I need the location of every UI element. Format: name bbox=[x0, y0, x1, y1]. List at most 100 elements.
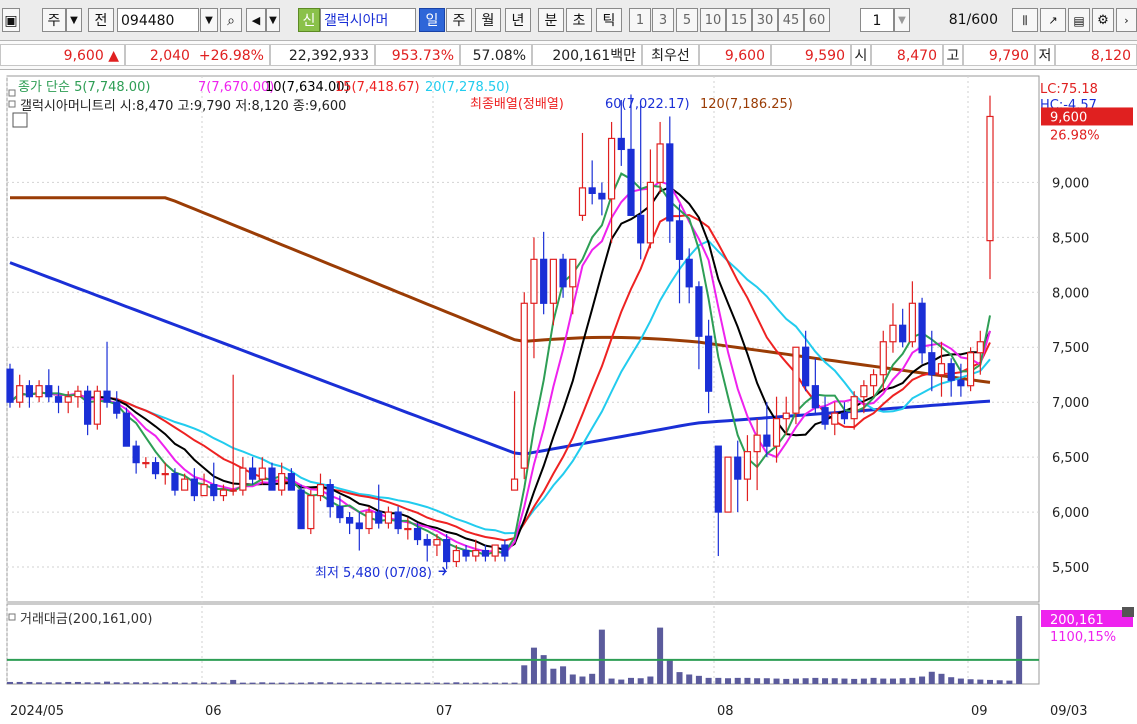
gear-icon[interactable]: ⚙ bbox=[1092, 8, 1114, 32]
last-price-pct: 26.98% bbox=[1050, 128, 1100, 143]
turnover-cell: 57.08% bbox=[460, 44, 532, 66]
count-field[interactable]: 1 bbox=[860, 8, 894, 32]
count-dropdown-icon[interactable]: ▼ bbox=[894, 8, 910, 32]
candle-body bbox=[559, 258, 567, 288]
volume-title: 거래대금(200,161,00) bbox=[20, 612, 152, 627]
interval-button-45[interactable]: 45 bbox=[778, 8, 804, 32]
quote-bar: 9,600 ▲ 2,040 +26.98% 22,392,933 953.73%… bbox=[0, 41, 1137, 70]
side-dropdown-icon[interactable]: ▼ bbox=[66, 8, 82, 32]
period-tab-3[interactable]: 년 bbox=[505, 8, 531, 32]
bid-price: 9,590 bbox=[804, 48, 845, 64]
speaker-icon[interactable]: ◀ bbox=[246, 8, 266, 32]
volume-bar bbox=[123, 682, 130, 684]
candle-body bbox=[45, 385, 53, 398]
table-icon[interactable] bbox=[12, 112, 28, 128]
side-select[interactable]: 주 bbox=[42, 8, 66, 32]
close-panel-icon[interactable] bbox=[1122, 607, 1134, 617]
volume-bar bbox=[802, 678, 809, 684]
candle-body bbox=[569, 258, 577, 288]
interval-button-15[interactable]: 15 bbox=[726, 8, 752, 32]
candle-body bbox=[743, 451, 752, 480]
candle-body bbox=[181, 478, 189, 491]
candle-body bbox=[869, 374, 878, 387]
search-icon[interactable]: ⌕ bbox=[220, 8, 242, 32]
volume-bar bbox=[36, 682, 43, 684]
candle-body bbox=[617, 137, 625, 151]
best-label: 최우선 bbox=[651, 48, 690, 64]
period-tab-2[interactable]: 월 bbox=[475, 8, 501, 32]
volume-bar bbox=[763, 678, 770, 684]
volume-bar bbox=[152, 682, 159, 684]
legend-entry: 120(7,186.25) bbox=[700, 97, 793, 112]
more-icon[interactable]: › bbox=[1116, 8, 1137, 32]
candle-body bbox=[714, 445, 722, 513]
volume-bar bbox=[259, 682, 266, 684]
stock-name-field[interactable]: 갤럭시아머 bbox=[320, 8, 416, 32]
candle-body bbox=[93, 390, 101, 425]
interval-button-1[interactable]: 1 bbox=[629, 8, 651, 32]
interval-button-5[interactable]: 5 bbox=[676, 8, 698, 32]
volume-bar bbox=[928, 671, 935, 684]
code-input[interactable]: 094480 bbox=[117, 8, 199, 32]
candle-body bbox=[918, 302, 926, 354]
candle-body bbox=[16, 385, 24, 403]
volume-bar bbox=[181, 682, 188, 684]
period-tab-1[interactable]: 주 bbox=[446, 8, 472, 32]
candle-body bbox=[443, 538, 451, 563]
candle-body bbox=[627, 148, 635, 216]
window-icon[interactable]: ▣ bbox=[2, 8, 20, 32]
period-tab-6[interactable]: 틱 bbox=[596, 8, 622, 32]
period-tab-5[interactable]: 초 bbox=[566, 8, 592, 32]
ask-cell: 9,600 bbox=[699, 44, 771, 66]
volume-bar bbox=[472, 682, 479, 684]
volume-bar bbox=[171, 682, 178, 684]
candle-body bbox=[588, 187, 596, 194]
period-tab-4[interactable]: 분 bbox=[538, 8, 564, 32]
candle-body bbox=[510, 478, 519, 491]
volume-bar bbox=[637, 678, 644, 684]
bid-cell: 9,590 bbox=[771, 44, 851, 66]
chart-area[interactable]: 5,500 6,000 6,500 7,000 7,500 8,000 8,500 9,000… bbox=[0, 70, 1137, 724]
volume-bar bbox=[880, 678, 887, 684]
candle-body bbox=[666, 143, 674, 222]
candle-body bbox=[113, 401, 121, 414]
volume-bar bbox=[307, 682, 314, 684]
legend-marker-icon bbox=[8, 89, 16, 97]
volume-bar bbox=[831, 678, 838, 684]
prev-button[interactable]: 전 bbox=[88, 8, 114, 32]
code-dropdown-icon[interactable]: ▼ bbox=[200, 8, 218, 32]
volume-bar bbox=[16, 681, 23, 684]
interval-button-10[interactable]: 10 bbox=[700, 8, 726, 32]
candle-body bbox=[481, 549, 490, 557]
candle-body bbox=[462, 549, 470, 557]
interval-button-60[interactable]: 60 bbox=[804, 8, 830, 32]
drawing-icon[interactable]: ↗ bbox=[1040, 8, 1066, 32]
candle-body bbox=[656, 143, 664, 184]
candle-body bbox=[404, 527, 412, 531]
candle-body bbox=[210, 484, 218, 497]
candle-body bbox=[64, 396, 72, 403]
period-tab-0[interactable]: 일 bbox=[419, 8, 445, 32]
speaker-dropdown-icon[interactable]: ▼ bbox=[266, 8, 280, 32]
interval-button-3[interactable]: 3 bbox=[652, 8, 674, 32]
candle-body bbox=[860, 385, 868, 398]
code-value: 094480 bbox=[121, 13, 175, 29]
volume-last-value: 200,161 bbox=[1050, 613, 1104, 628]
volume-bar bbox=[783, 678, 790, 684]
candle-body bbox=[219, 489, 228, 497]
volume-bar bbox=[618, 679, 625, 684]
candle-body bbox=[782, 412, 790, 420]
x-tick-label: 07 bbox=[436, 704, 453, 719]
volume-bar bbox=[492, 682, 499, 684]
volume-bar bbox=[715, 677, 722, 684]
candle-body bbox=[850, 396, 858, 420]
save-icon[interactable]: ▤ bbox=[1068, 8, 1090, 32]
volume-bar bbox=[133, 682, 140, 684]
chart-type-icon[interactable]: ⫼ bbox=[1012, 8, 1038, 32]
open-label: 시 bbox=[854, 48, 868, 64]
interval-button-30[interactable]: 30 bbox=[752, 8, 778, 32]
candle-body bbox=[25, 385, 34, 398]
candle-body bbox=[724, 456, 732, 513]
range-label: LC:75.18 bbox=[1040, 82, 1098, 97]
volume-bar bbox=[560, 666, 567, 684]
